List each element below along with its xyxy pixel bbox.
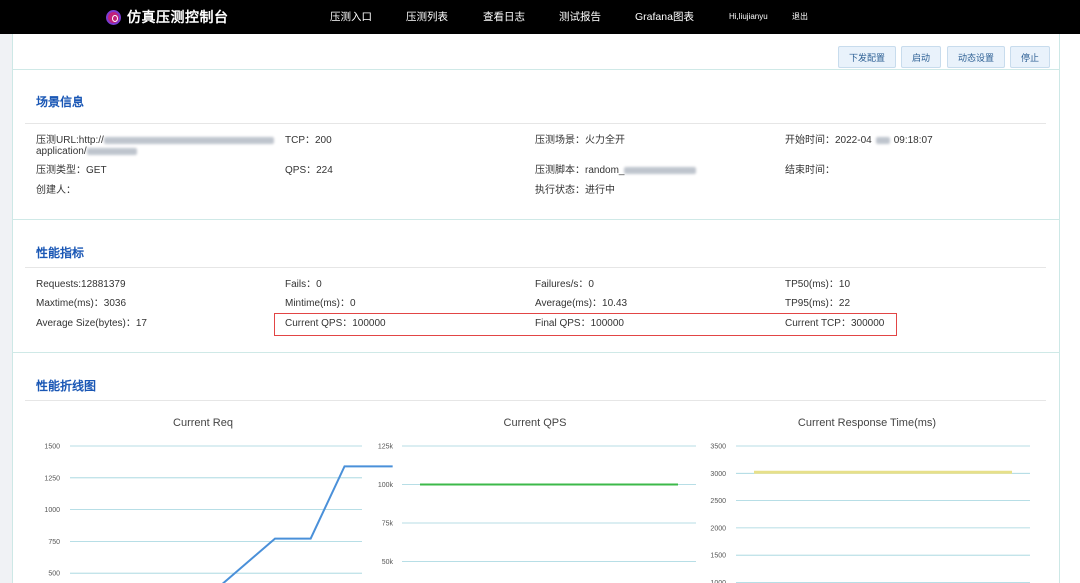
y-tick-label: 3500 [710, 444, 726, 451]
series-line [221, 465, 393, 583]
chart-title-response-time: Current Response Time(ms) [797, 417, 937, 429]
y-tick-label: 3000 [710, 471, 726, 478]
scene-info-title: 场景信息 [36, 95, 85, 109]
y-tick-label: 2500 [710, 498, 726, 505]
start-time-clock: 09:18:07 [893, 135, 933, 146]
nav-item-entry[interactable]: 压测入口 [330, 0, 372, 34]
start-button[interactable]: 启动 [901, 46, 942, 68]
script-label: 压测脚本： [535, 165, 585, 176]
metrics-title: 性能指标 [36, 246, 85, 260]
top-navbar: 仿真压测控制台 压测入口 压测列表 查看日志 测试报告 Grafana图表 Hi… [0, 0, 1080, 34]
failures-per-second-metric: Failures/s：0 [535, 279, 594, 290]
url-value: http:// [78, 135, 104, 146]
section-divider [12, 219, 1060, 220]
qps-field: QPS：224 [285, 165, 333, 177]
highlight-box [274, 313, 897, 336]
y-tick-label: 75k [382, 521, 394, 528]
section-rule [25, 267, 1046, 268]
status-label: 执行状态： [535, 185, 585, 196]
section-divider [12, 69, 1060, 70]
y-tick-label: 1500 [710, 553, 726, 560]
requests-metric: Requests:12881379 [36, 279, 126, 290]
end-time-field: 结束时间： [785, 165, 835, 177]
app-title: 仿真压测控制台 [127, 9, 229, 25]
y-tick-label: 750 [48, 539, 60, 546]
y-tick-label: 500 [48, 571, 60, 578]
script-value: random_ [585, 165, 625, 176]
creator-label: 创建人： [36, 185, 76, 196]
maxtime-metric: Maxtime(ms)：3036 [36, 298, 127, 309]
brand[interactable]: 仿真压测控制台 [106, 0, 229, 34]
url-value-line2: application/ [36, 146, 87, 157]
nav-item-logs[interactable]: 查看日志 [483, 0, 525, 34]
redacted-script [624, 166, 697, 174]
nav-item-grafana[interactable]: Grafana图表 [635, 0, 694, 34]
scene-label: 压测场景： [535, 135, 585, 146]
average-size-metric: Average Size(bytes)：17 [36, 318, 147, 329]
start-time-date: 2022-04 [835, 135, 872, 146]
y-tick-label: 100k [378, 482, 394, 489]
url-field-line2: application/ [36, 146, 137, 158]
redacted-url-2 [86, 147, 137, 155]
dynamic-settings-button[interactable]: 动态设置 [947, 46, 1006, 68]
y-tick-label: 2000 [710, 525, 726, 532]
right-gutter [1060, 34, 1080, 583]
section-divider [12, 352, 1060, 353]
creator-field: 创建人： [36, 185, 76, 197]
start-time-label: 开始时间： [785, 135, 835, 146]
stop-button[interactable]: 停止 [1010, 46, 1051, 68]
tp50-metric: TP50(ms)：10 [785, 279, 851, 290]
status-field: 执行状态：进行中 [535, 185, 615, 197]
section-rule [25, 123, 1046, 124]
current-qps-chart: 125k 100k 75k 50k [378, 444, 696, 566]
dispatch-config-button[interactable]: 下发配置 [838, 46, 897, 68]
tcp-label: TCP： [285, 135, 315, 146]
fails-metric: Fails：0 [285, 279, 322, 290]
status-value: 进行中 [585, 185, 615, 196]
start-time-field: 开始时间：2022-04 09:18:07 [785, 135, 933, 147]
scene-value: 火力全开 [585, 135, 625, 146]
y-tick-label: 50k [382, 559, 394, 566]
user-greeting: Hi,liujianyu [729, 12, 768, 21]
y-tick-label: 1250 [44, 475, 60, 482]
charts-title: 性能折线图 [36, 379, 97, 393]
chart-title-current-qps: Current QPS [503, 417, 567, 429]
url-label: 压测URL: [36, 135, 79, 146]
scene-field: 压测场景：火力全开 [535, 135, 625, 147]
y-tick-label: 125k [378, 444, 394, 451]
chart-title-current-req: Current Req [173, 417, 233, 429]
section-rule [25, 400, 1046, 401]
type-label: 压测类型： [36, 165, 86, 176]
y-tick-label: 1500 [44, 444, 60, 451]
nav-item-list[interactable]: 压测列表 [406, 0, 448, 34]
type-field: 压测类型：GET [36, 165, 107, 177]
redacted-day [875, 136, 890, 144]
tcp-field: TCP：200 [285, 135, 332, 147]
redacted-url [103, 136, 274, 144]
end-time-label: 结束时间： [785, 165, 835, 176]
nav-item-report[interactable]: 测试报告 [559, 0, 601, 34]
current-req-chart: 1500 1250 1000 750 500 [44, 444, 393, 583]
app-logo-icon [106, 9, 121, 25]
qps-label: QPS： [285, 165, 317, 176]
logout-link[interactable]: 退出 [792, 0, 808, 34]
average-metric: Average(ms)：10.43 [535, 298, 628, 309]
mintime-metric: Mintime(ms)：0 [285, 298, 356, 309]
response-time-chart: 350030002500200015001000 [710, 444, 1030, 583]
tp95-metric: TP95(ms)：22 [785, 298, 851, 309]
script-field: 压测脚本：random_ [535, 165, 697, 177]
y-tick-label: 1000 [44, 507, 60, 514]
tcp-value: 200 [315, 135, 332, 146]
qps-value: 224 [316, 165, 333, 176]
type-value: GET [86, 165, 107, 176]
